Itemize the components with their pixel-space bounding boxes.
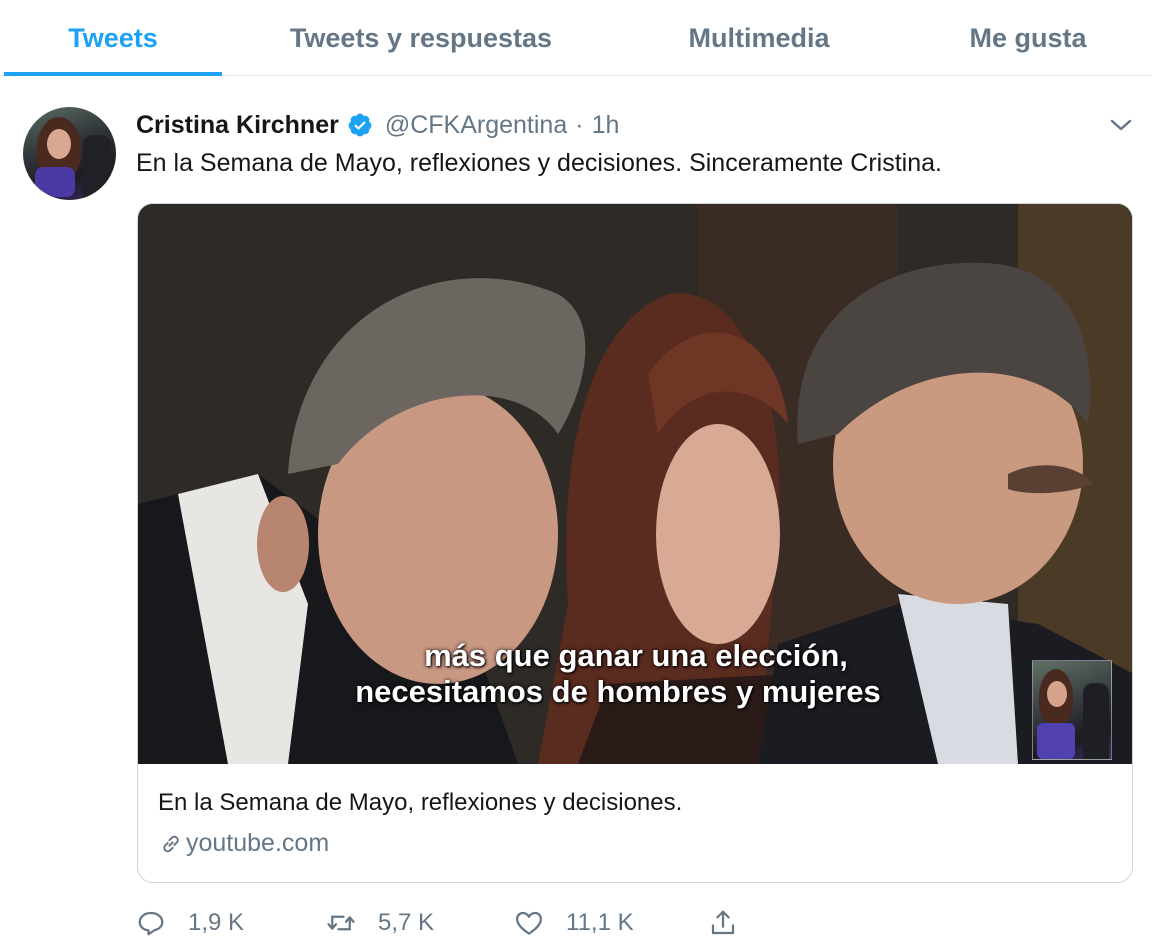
author-name[interactable]: Cristina Kirchner [136,111,339,140]
tab-media[interactable]: Multimedia [650,0,868,76]
author-handle[interactable]: @CFKArgentina [385,111,567,140]
tab-tweets[interactable]: Tweets [4,0,222,76]
card-title: En la Semana de Mayo, reflexiones y deci… [158,789,683,816]
reply-count: 1,9 K [188,909,245,936]
like-count: 11,1 K [566,909,634,936]
tweet-header: Cristina Kirchner @CFKArgentina · 1h [136,107,619,143]
link-card[interactable]: más que ganar una elección, necesitamos … [137,203,1133,883]
video-subtitle-line1: más que ganar una elección, [424,638,848,673]
tab-tweets-and-replies[interactable]: Tweets y respuestas [256,0,586,76]
tweet-timestamp[interactable]: 1h [592,111,620,140]
separator-dot: · [575,110,584,139]
retweet-button[interactable]: 5,7 K [326,903,434,943]
retweet-count: 5,7 K [378,909,435,936]
tweet[interactable]: Cristina Kirchner @CFKArgentina · 1h En … [0,77,1152,945]
tweet-actions: 1,9 K 5,7 K 11,1 K [136,903,756,943]
profile-tabs: Tweets Tweets y respuestas Multimedia Me… [0,0,1152,76]
video-subtitle-line2: necesitamos de hombres y mujeres [355,674,881,709]
active-tab-indicator [4,72,222,76]
retweet-icon [327,915,355,931]
share-button[interactable] [708,903,760,943]
reply-icon [138,911,164,936]
tab-likes[interactable]: Me gusta [930,0,1126,76]
like-button[interactable]: 11,1 K [514,903,634,943]
avatar[interactable] [23,107,116,200]
share-icon [711,910,735,935]
chevron-down-icon[interactable] [1108,115,1134,135]
verified-badge-icon [348,113,372,137]
video-thumbnail[interactable]: más que ganar una elección, necesitamos … [138,204,1132,764]
card-domain-text: youtube.com [186,829,330,857]
reply-button[interactable]: 1,9 K [136,903,244,943]
channel-thumbnail [1032,660,1112,760]
tweet-text: En la Semana de Mayo, reflexiones y deci… [136,149,942,177]
link-icon [163,835,179,852]
like-icon [516,911,542,935]
card-domain: youtube.com [158,829,329,858]
